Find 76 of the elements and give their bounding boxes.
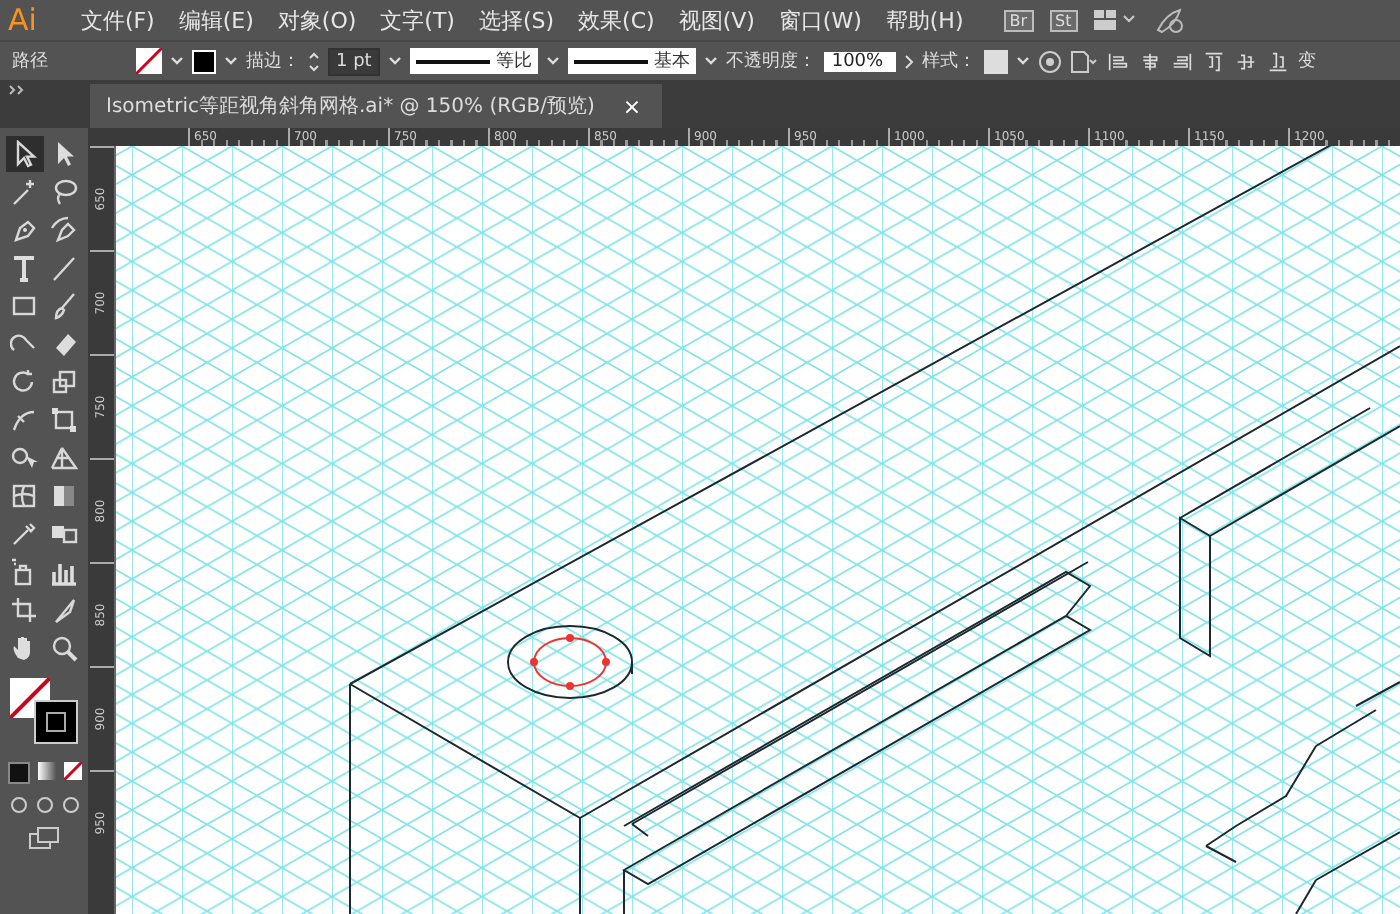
menu-item[interactable]: 文件(F): [68, 5, 167, 35]
menu-item[interactable]: 编辑(E): [166, 5, 266, 35]
stroke-swatch[interactable]: [192, 49, 216, 73]
screen-mode-icon[interactable]: [28, 826, 60, 850]
align-icon[interactable]: [1105, 51, 1130, 71]
chevron-icon[interactable]: [703, 56, 718, 66]
style-label: 样式：: [921, 49, 976, 74]
selection-tool-button[interactable]: [5, 136, 43, 172]
eyedropper-icon: [10, 520, 38, 548]
chevron-icon[interactable]: [387, 56, 402, 66]
menu-item[interactable]: 效果(C): [566, 5, 667, 35]
document-tab[interactable]: Isometric等距视角斜角网格.ai* @ 150% (RGB/预览) ×: [90, 84, 662, 128]
recolor-wheel-icon[interactable]: [1037, 49, 1062, 73]
selected-ellipse-drawing: [530, 634, 610, 690]
rotate-icon: [10, 368, 38, 396]
menu-item[interactable]: 视图(V): [666, 5, 767, 35]
free-transform-icon: [50, 406, 78, 434]
close-tab-button[interactable]: ×: [622, 93, 642, 119]
pen-icon: [10, 216, 38, 244]
brush-dropdown[interactable]: 基本: [567, 48, 696, 74]
graphic-style-swatch[interactable]: [983, 49, 1008, 73]
shape-builder-icon: [10, 444, 38, 472]
stroke-color-swatch[interactable]: [34, 700, 78, 744]
menu-item[interactable]: 对象(O): [265, 5, 369, 35]
menu-item[interactable]: 帮助(H): [873, 5, 976, 35]
scale-icon: [50, 368, 78, 396]
document-title: Isometric等距视角斜角网格.ai* @ 150% (RGB/预览): [106, 93, 595, 120]
none-mode-button[interactable]: [63, 762, 81, 780]
width-profile-dropdown[interactable]: 等比: [409, 48, 538, 74]
opacity-field[interactable]: 100%: [823, 51, 896, 71]
perspective-grid-icon: [50, 444, 78, 472]
object-type-label: 路径: [12, 49, 48, 74]
gradient-icon: [50, 482, 78, 510]
blend-icon: [50, 520, 78, 548]
zoom-icon: [50, 634, 78, 662]
collapse-panel-icon[interactable]: [8, 84, 24, 96]
menu-item[interactable]: 窗口(W): [766, 5, 874, 35]
paintbrush-icon: [50, 292, 78, 320]
magic-wand-icon: [10, 178, 38, 206]
curvature-pen-icon: [50, 216, 78, 244]
lasso-icon: [50, 178, 78, 206]
menu-item[interactable]: 文字(T): [368, 5, 467, 35]
app-switch-button[interactable]: St: [1049, 9, 1078, 31]
app-switch-button[interactable]: Br: [1003, 9, 1034, 31]
gradient-mode-button[interactable]: [37, 762, 55, 780]
width-icon: [10, 406, 38, 434]
gpu-rocket-icon[interactable]: [1153, 6, 1186, 34]
stroke-label: 描边：: [246, 49, 300, 74]
slice-icon: [50, 596, 78, 624]
color-mode-button[interactable]: [7, 762, 29, 784]
align-icon[interactable]: [1201, 51, 1226, 71]
rectangle-icon: [10, 292, 38, 320]
align-icon[interactable]: [1265, 51, 1290, 71]
app-logo: Ai: [8, 2, 37, 38]
eraser-icon: [50, 330, 78, 358]
align-icon[interactable]: [1233, 51, 1258, 71]
mesh-icon: [10, 482, 38, 510]
bar-chart-icon: [50, 558, 78, 586]
chevron-right-icon[interactable]: [903, 53, 914, 69]
align-icon[interactable]: [1137, 51, 1162, 71]
workspace-layout-icon[interactable]: [1093, 10, 1138, 30]
chevron-icon[interactable]: [224, 56, 238, 66]
artboard-icon: [10, 596, 38, 624]
type-icon: [10, 254, 38, 282]
transform-link[interactable]: 变: [1297, 48, 1316, 74]
line-icon: [50, 254, 78, 282]
opacity-label: 不透明度：: [725, 49, 816, 74]
document-icon[interactable]: [1069, 49, 1098, 73]
align-icon[interactable]: [1169, 51, 1194, 71]
spinner-icon[interactable]: [308, 49, 320, 73]
fill-none-swatch[interactable]: [136, 48, 162, 74]
menu-item[interactable]: 选择(S): [466, 5, 567, 35]
chevron-icon[interactable]: [170, 56, 184, 66]
stroke-weight-field[interactable]: 1 pt: [328, 47, 380, 75]
chevron-icon[interactable]: [1015, 56, 1030, 66]
chevron-icon[interactable]: [545, 56, 560, 66]
